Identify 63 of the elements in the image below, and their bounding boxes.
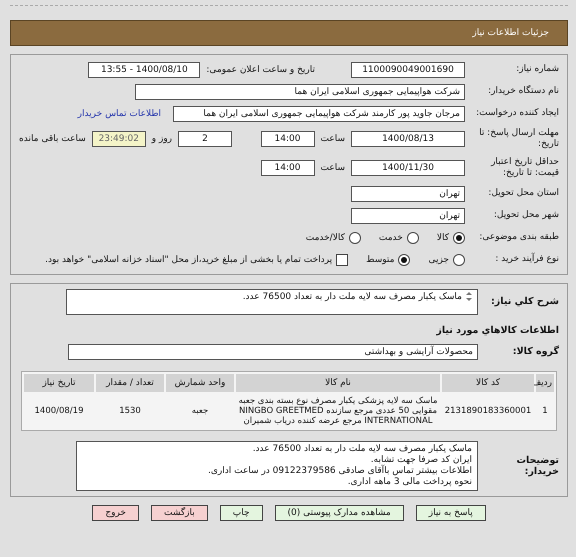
action-button[interactable]: مشاهده مدارک پیوستی (0) (274, 505, 404, 522)
radio-button[interactable] (398, 254, 410, 266)
text-field[interactable]: 1400/08/10 - 13:55 (88, 62, 200, 78)
column-header: کد کالا (442, 374, 534, 392)
description-field[interactable]: ماسک یکبار مصرف سه لایه ملت دار به تعداد 76500 عدد. (66, 289, 478, 315)
field-label: مهلت ارسال پاسخ: تا تاریخ: (478, 128, 559, 150)
note-line: ماسک یکبار مصرف سه لایه ملت دار به تعداد 76500 عدد. (252, 444, 472, 455)
field-label: نوع فرآیند خرید : (494, 254, 559, 265)
radio-button[interactable] (453, 232, 465, 244)
text-field[interactable]: تهران (351, 186, 465, 202)
text-field[interactable]: مرجان جاوید پور کارمند شرکت هواپیمایی جمهوری اسلامی ایران هما (173, 106, 465, 122)
field-label: توضیحات خریدار: (515, 455, 559, 478)
radio-button[interactable] (453, 254, 465, 266)
column-header: نام کالا (236, 374, 440, 392)
action-button[interactable]: خروج (92, 505, 139, 522)
text-field[interactable]: 14:00 (260, 131, 314, 147)
option-label: جزیی (428, 254, 449, 264)
field-label: تاریخ و ساعت اعلان عمومی: (206, 64, 315, 74)
field-label: شرح کلي نياز: (490, 296, 559, 308)
note-line: نحوه پرداخت مالی 3 ماهه اداری. (346, 477, 472, 488)
option-label: متوسط (366, 254, 394, 264)
option-label: کالا (436, 232, 449, 242)
text-field[interactable]: 1100090049001690 (351, 62, 465, 78)
checkbox[interactable] (336, 254, 348, 266)
field-label: شهر محل تحویل: (492, 210, 559, 221)
action-button[interactable]: پاسخ به نیاز (416, 505, 486, 522)
field-label: ایجاد کننده درخواست: (475, 108, 559, 119)
section-heading: اطلاعات کالاهاي مورد نياز (435, 325, 559, 336)
radio-button[interactable] (348, 232, 361, 244)
contact-link[interactable]: اطلاعات تماس خریدار (78, 108, 161, 118)
radio-button[interactable] (406, 232, 419, 244)
field-label: ساعت (320, 163, 345, 173)
option-label: پرداخت تمام یا بخشی از مبلغ خرید،از محل "اسناد خزانه اسلامی" خواهد بود. (45, 254, 332, 264)
notes-field[interactable]: ماسک یکبار مصرف سه لایه ملت دار به تعداد 76500 عدد. ایران کد صرفا جهت تشابه. اطلاعات بیشتر تماس باآقای صادقی 09122379586 در ساعت اداری. نحوه پرداخت مالی 3 ماهه اداری. (76, 441, 478, 492)
field-label: گروه کالا: (512, 346, 559, 358)
resize-arrows-icon (466, 292, 472, 301)
text-field[interactable]: 1400/08/13 (351, 131, 465, 147)
option-label: کالا/خدمت (306, 232, 345, 242)
field-label: طبقه بندی موضوعی: (478, 232, 559, 243)
option-label: خدمت (378, 232, 403, 242)
action-button[interactable]: بازگشت (151, 505, 208, 522)
note-line: اطلاعات بیشتر تماس باآقای صادقی 09122379586 در ساعت اداری. (206, 466, 472, 477)
field-label: حداقل تاریخ اعتبار قیمت: تا تاریخ: (490, 157, 559, 179)
field-label: روز و (152, 134, 172, 144)
text-field[interactable]: تهران (351, 208, 465, 224)
text-field[interactable]: 1400/11/30 (351, 160, 465, 176)
column-header: واحد شمارش (166, 374, 234, 392)
action-button[interactable]: چاپ (220, 505, 263, 522)
field-label: استان محل تحویل: (487, 188, 559, 199)
text-field[interactable]: شرکت هواپیمایی جمهوری اسلامی ایران هما (135, 84, 465, 100)
table-cell: ماسک سه لایه پزشکی یکبار مصرف نوع بسته بندی جعبه مقوایی 50 عددی مرجع سازنده NINGBO GREETMED INTERNATIONAL مرجع عرضه کننده دریاب شمیران (236, 394, 440, 428)
field-label: ساعت باقی مانده (19, 134, 86, 144)
text-field[interactable]: 23:49:02 (92, 131, 146, 147)
column-header: تعداد / مقدار (96, 374, 164, 392)
field-label: ساعت (320, 134, 345, 144)
field-label: شماره نیاز: (515, 64, 559, 75)
column-header: تاریخ نیاز (24, 374, 94, 392)
text-field[interactable]: محصولات آرایشی و بهداشتی (68, 344, 478, 360)
field-label: نام دستگاه خریدار: (487, 86, 559, 97)
text-field[interactable]: 14:00 (260, 160, 314, 176)
text-field[interactable]: 2 (178, 131, 232, 147)
page-header: جزئیات اطلاعات نیاز (10, 20, 568, 46)
note-line: ایران کد صرفا جهت تشابه. (370, 455, 472, 466)
